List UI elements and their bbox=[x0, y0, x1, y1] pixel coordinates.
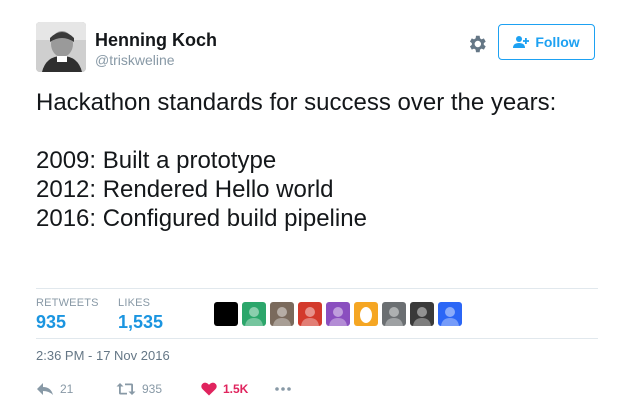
likes-stat[interactable]: LIKES 1,535 bbox=[118, 297, 163, 333]
liker-avatar-dark-icon[interactable] bbox=[410, 302, 434, 326]
profile-photo-icon bbox=[36, 22, 86, 72]
tweet-card: Henning Koch @triskweline Follow Hackath… bbox=[0, 0, 632, 412]
divider-top bbox=[36, 288, 598, 289]
liker-avatar-black-icon[interactable] bbox=[214, 302, 238, 326]
follow-button[interactable]: Follow bbox=[498, 24, 595, 60]
follow-label: Follow bbox=[535, 34, 580, 50]
reply-icon bbox=[37, 383, 53, 395]
liker-avatar-pixel-icon[interactable] bbox=[298, 302, 322, 326]
like-button[interactable]: 1.5K bbox=[201, 382, 274, 396]
likes-label: LIKES bbox=[118, 297, 151, 309]
liker-avatar-blue-badge-icon[interactable] bbox=[438, 302, 462, 326]
more-icon bbox=[275, 387, 291, 391]
retweet-icon bbox=[116, 383, 136, 395]
reply-count: 21 bbox=[60, 382, 74, 396]
like-count: 1.5K bbox=[223, 382, 249, 396]
more-button[interactable] bbox=[274, 386, 304, 392]
retweet-button[interactable]: 935 bbox=[116, 382, 201, 396]
liker-avatar-photo-2-icon[interactable] bbox=[382, 302, 406, 326]
liker-avatar-green-blue-icon[interactable] bbox=[242, 302, 266, 326]
retweet-count: 935 bbox=[142, 382, 163, 396]
liker-avatar-photo-icon[interactable] bbox=[270, 302, 294, 326]
action-bar: 21 935 1.5K bbox=[36, 382, 304, 396]
add-user-icon bbox=[513, 35, 530, 49]
liker-avatar-purple-icon[interactable] bbox=[326, 302, 350, 326]
tweet-timestamp[interactable]: 2:36 PM - 17 Nov 2016 bbox=[36, 348, 170, 363]
user-fullname[interactable]: Henning Koch bbox=[95, 30, 217, 50]
retweets-label: RETWEETS bbox=[36, 297, 99, 309]
liker-avatars bbox=[214, 302, 462, 326]
user-handle[interactable]: @triskweline bbox=[95, 52, 217, 68]
user-names: Henning Koch @triskweline bbox=[95, 30, 217, 68]
retweets-value: 935 bbox=[36, 312, 67, 332]
likes-value: 1,535 bbox=[118, 312, 164, 332]
reply-button[interactable]: 21 bbox=[36, 382, 116, 396]
profile-avatar[interactable] bbox=[36, 22, 86, 72]
heart-icon bbox=[201, 382, 217, 396]
divider-bottom bbox=[36, 338, 598, 339]
liker-avatar-egg-icon[interactable] bbox=[354, 302, 378, 326]
retweets-stat[interactable]: RETWEETS 935 bbox=[36, 297, 99, 333]
gear-icon[interactable] bbox=[466, 33, 488, 55]
tweet-text: Hackathon standards for success over the… bbox=[36, 89, 557, 232]
